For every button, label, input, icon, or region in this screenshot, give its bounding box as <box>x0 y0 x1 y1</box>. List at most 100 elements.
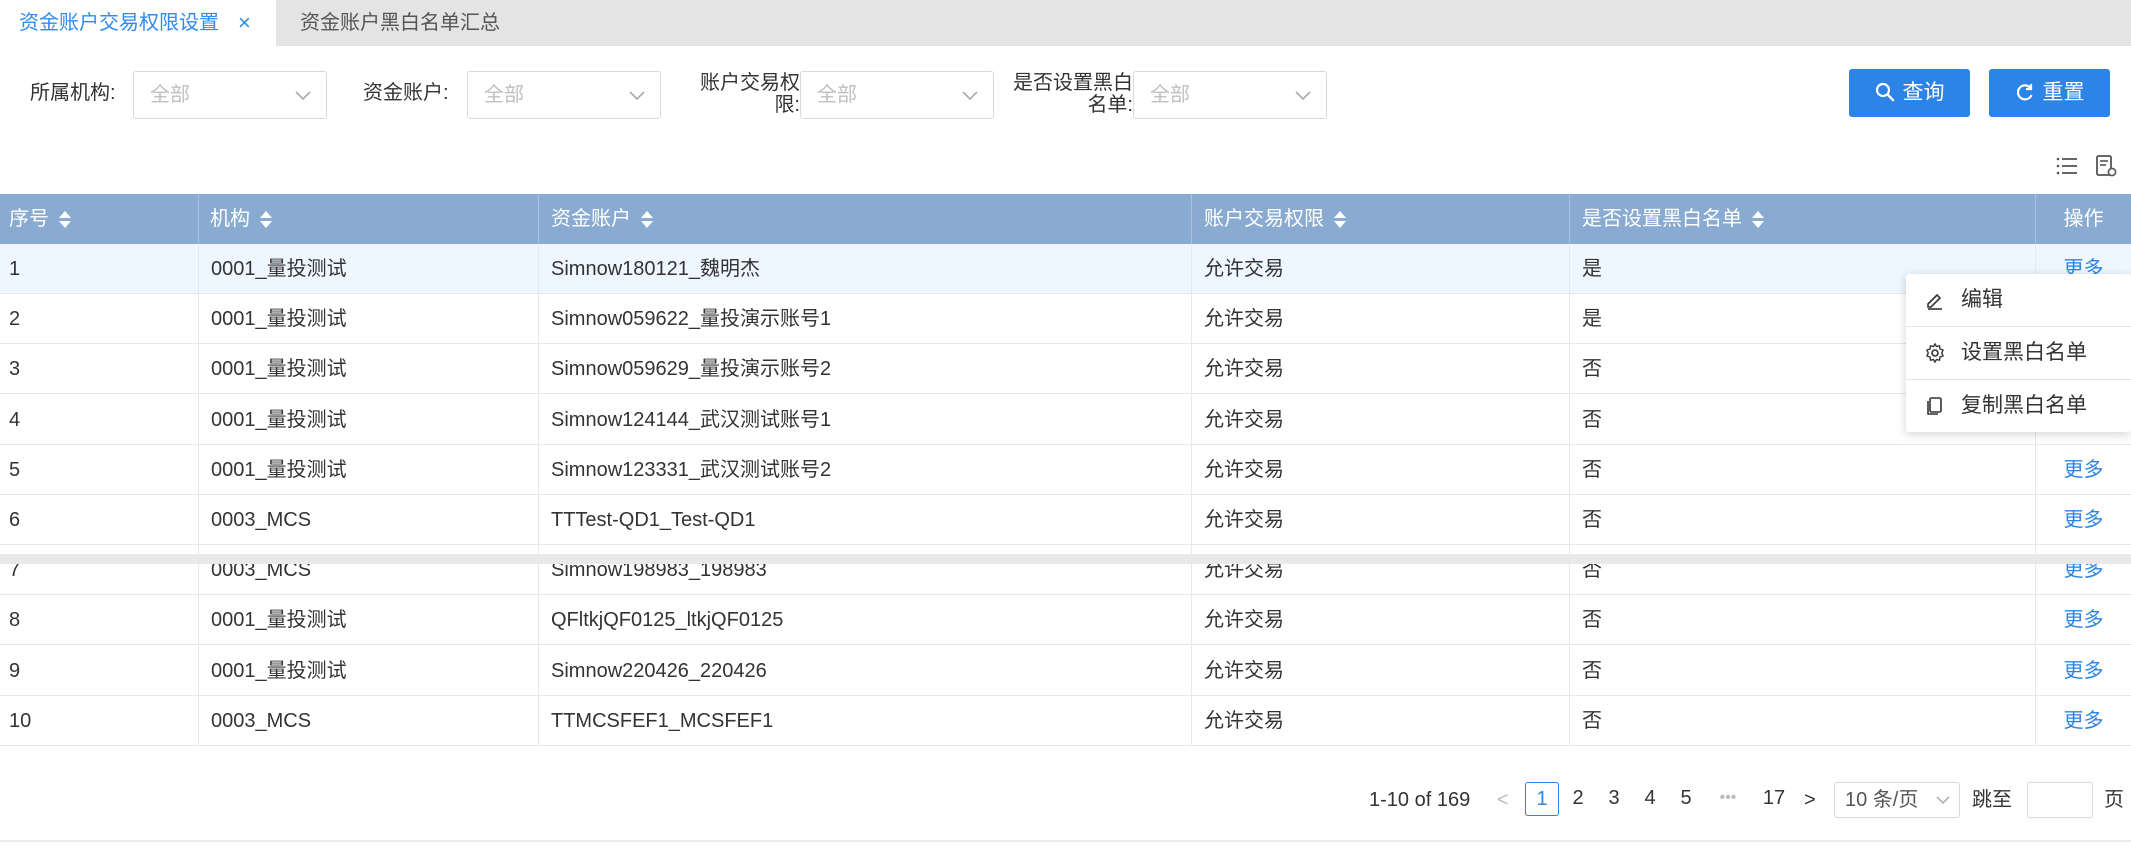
blackwhite-label-line2: 名单: <box>1087 94 1133 116</box>
sort-icon[interactable] <box>641 210 653 230</box>
cell-more-link[interactable]: 更多 <box>2036 495 2131 545</box>
cell-permission: 允许交易 <box>1192 294 1570 345</box>
account-select[interactable]: 全部 <box>467 71 661 119</box>
table-row[interactable]: 5 0001_量投测试 Simnow123331_武汉测试账号2 允许交易否更多 <box>0 444 2131 495</box>
cell-account: QFltkjQF0125_ltkjQF0125 <box>539 595 1192 646</box>
cell-account: TTTest-QD1_Test-QD1 <box>539 495 1192 545</box>
tab-blackwhite-summary[interactable]: 资金账户黑白名单汇总 <box>300 0 500 46</box>
jump-label: 跳至 <box>1972 789 2012 811</box>
tab-account-permission[interactable]: 资金账户交易权限设置 × <box>0 0 276 46</box>
menu-item-edit[interactable]: 编辑 <box>1906 274 2131 326</box>
page-2[interactable]: 2 <box>1561 782 1595 816</box>
table-row[interactable]: 30001_量投测试Simnow059629_量投演示账号2允许交易否更多 <box>0 344 2131 395</box>
header-permission[interactable]: 账户交易权限 <box>1192 194 1570 244</box>
cell-index: 6 <box>0 495 199 545</box>
close-icon[interactable]: × <box>238 0 251 46</box>
sort-icon[interactable] <box>59 210 71 230</box>
table-row[interactable]: 20001_量投测试Simnow059622_量投演示账号1允许交易是更多 <box>0 294 2131 345</box>
cell-permission: 允许交易 <box>1192 645 1570 696</box>
prev-page-button[interactable]: < <box>1497 782 1509 818</box>
more-actions-menu: 编辑 设置黑白名单 复制黑白名单 <box>1906 274 2131 432</box>
cell-permission: 允许交易 <box>1192 344 1570 395</box>
cell-blackwhite: 否 <box>1570 595 2036 646</box>
menu-item-set-blackwhite[interactable]: 设置黑白名单 <box>1906 327 2131 379</box>
page-5[interactable]: 5 <box>1669 782 1703 816</box>
cell-org: 0001_量投测试 <box>199 294 539 345</box>
cell-more-link[interactable]: 更多 <box>2036 646 2131 696</box>
cell-more-link[interactable]: 更多 <box>2036 696 2131 746</box>
next-page-button[interactable]: > <box>1804 782 1816 818</box>
export-settings-icon[interactable] <box>2094 154 2118 178</box>
permission-label-line2: 限: <box>774 94 800 116</box>
header-label: 账户交易权限 <box>1204 208 1324 230</box>
cell-permission: 允许交易 <box>1192 394 1570 445</box>
table-row[interactable]: 6 0003_MCS TTTest-QD1_Test-QD1 允许交易否更多 <box>0 495 2131 545</box>
cell-blackwhite: 否 <box>1570 495 2036 545</box>
page-1[interactable]: 1 <box>1525 782 1559 816</box>
table-row[interactable]: 1 0001_量投测试 Simnow180121_魏明杰 允许交易是更多 <box>0 244 2131 294</box>
menu-item-label: 编辑 <box>1961 288 2003 311</box>
cell-org: 0001_量投测试 <box>199 394 539 445</box>
cell-index: 9 <box>0 645 199 696</box>
cell-permission: 允许交易 <box>1192 244 1570 294</box>
table-header: 序号 机构 资金账户 账户交易权限 是否设置黑白名单 操作 <box>0 194 2131 244</box>
cell-account: Simnow220426_220426 <box>539 645 1192 696</box>
column-list-icon[interactable] <box>2055 154 2079 178</box>
horizontal-scrollbar[interactable] <box>0 554 2131 564</box>
sort-icon[interactable] <box>1752 210 1764 230</box>
cell-org: 0001_量投测试 <box>199 444 539 495</box>
cell-org: 0003_MCS <box>199 545 539 596</box>
page-size-select[interactable]: 10 条/页 <box>1834 782 1960 818</box>
cell-permission: 允许交易 <box>1192 545 1570 596</box>
table-row[interactable]: 10 0003_MCS TTMCSFEF1_MCSFEF1 允许交易否更多 <box>0 695 2131 746</box>
tab-label: 资金账户交易权限设置 <box>19 12 219 34</box>
header-blackwhite[interactable]: 是否设置黑白名单 <box>1570 194 2036 244</box>
sort-icon[interactable] <box>260 210 272 230</box>
header-account[interactable]: 资金账户 <box>539 194 1192 244</box>
cell-index: 2 <box>0 294 199 345</box>
page-4[interactable]: 4 <box>1633 782 1667 816</box>
cell-account: Simnow180121_魏明杰 <box>539 244 1192 294</box>
cell-blackwhite: 否 <box>1570 695 2036 746</box>
pagination-summary: 1-10 of 169 <box>1369 789 1471 811</box>
cell-index: 5 <box>0 444 199 495</box>
chevron-down-icon <box>629 91 645 101</box>
page-ellipsis[interactable]: ••• <box>1711 782 1745 816</box>
cell-account: Simnow059622_量投演示账号1 <box>539 294 1192 345</box>
query-button[interactable]: 查询 <box>1849 69 1970 117</box>
cell-index: 8 <box>0 595 199 646</box>
cell-blackwhite: 否 <box>1570 645 2036 696</box>
page-3[interactable]: 3 <box>1597 782 1631 816</box>
reset-button[interactable]: 重置 <box>1989 69 2110 117</box>
header-index[interactable]: 序号 <box>0 194 199 244</box>
table-row[interactable]: 8 0001_量投测试 QFltkjQF0125_ltkjQF0125 允许交易否更多 <box>0 595 2131 646</box>
table-row[interactable]: 9 0001_量投测试 Simnow220426_220426 允许交易否更多 <box>0 645 2131 696</box>
cell-permission: 允许交易 <box>1192 695 1570 746</box>
cell-org: 0003_MCS <box>199 695 539 746</box>
menu-item-copy-blackwhite[interactable]: 复制黑白名单 <box>1906 380 2131 432</box>
cell-more-link[interactable]: 更多 <box>2036 445 2131 495</box>
header-org[interactable]: 机构 <box>199 194 539 244</box>
reset-button-label: 重置 <box>2042 81 2085 104</box>
sort-icon[interactable] <box>1334 210 1346 230</box>
header-label: 操作 <box>2063 208 2104 230</box>
table-row[interactable]: 7 0003_MCS Simnow198983_198983 允许交易否更多 <box>0 545 2131 596</box>
cell-more-link[interactable]: 更多 <box>2036 545 2131 595</box>
cell-index: 3 <box>0 344 199 395</box>
cell-more-link[interactable]: 更多 <box>2036 595 2131 645</box>
blackwhite-select[interactable]: 全部 <box>1133 71 1327 119</box>
chevron-down-icon <box>1936 796 1950 805</box>
table-row[interactable]: 40001_量投测试Simnow124144_武汉测试账号1允许交易否更多 <box>0 394 2131 445</box>
header-label: 资金账户 <box>551 208 631 230</box>
tab-bar: 资金账户交易权限设置 × 资金账户黑白名单汇总 <box>0 0 2131 46</box>
header-actions: 操作 <box>2036 194 2131 244</box>
cell-account: Simnow198983_198983 <box>539 545 1192 596</box>
jump-page-input[interactable] <box>2027 782 2093 818</box>
permission-select[interactable]: 全部 <box>800 71 994 119</box>
gear-icon <box>1926 342 1944 364</box>
cell-blackwhite: 否 <box>1570 444 2036 495</box>
cell-account: Simnow124144_武汉测试账号1 <box>539 394 1192 445</box>
org-select[interactable]: 全部 <box>133 71 327 119</box>
blackwhite-select-placeholder: 全部 <box>1150 84 1190 106</box>
page-last[interactable]: 17 <box>1757 782 1791 816</box>
